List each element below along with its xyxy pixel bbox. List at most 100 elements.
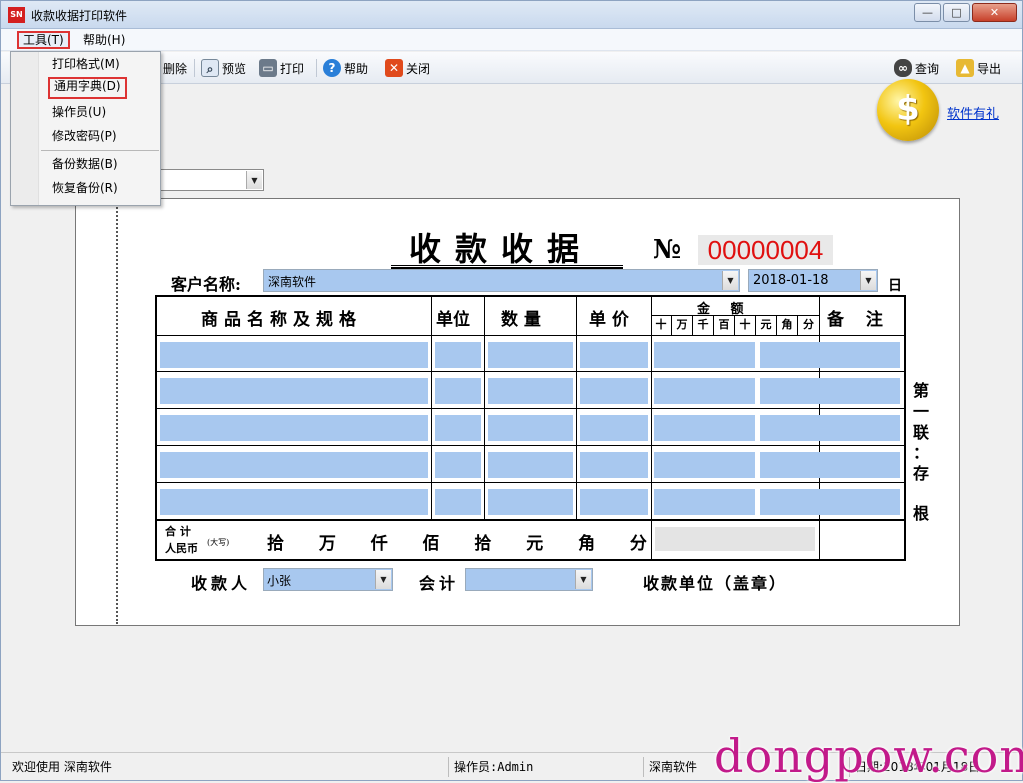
item-qty-field[interactable] xyxy=(488,378,573,404)
total-label: 合 计 xyxy=(165,525,191,538)
row-divider xyxy=(157,482,904,483)
tools-dropdown-menu: 打印格式(M) 通用字典(D) 操作员(U) 修改密码(P) 备份数据(B) 恢… xyxy=(10,51,161,206)
gold-coin-icon[interactable]: $ xyxy=(877,79,939,141)
menu-tools[interactable]: 工具(T) xyxy=(17,31,70,49)
total-unit: 佰 xyxy=(422,534,440,554)
item-name-field[interactable] xyxy=(160,342,428,368)
item-price-field[interactable] xyxy=(580,489,648,515)
payee-select[interactable]: 小张 ▼ xyxy=(263,568,393,591)
item-remark-field[interactable] xyxy=(760,452,900,478)
delete-button[interactable]: 删除 xyxy=(163,57,187,79)
menu-item-dictionary[interactable]: 通用字典(D) xyxy=(48,77,127,99)
digit-label: 十 xyxy=(735,316,756,335)
menu-item-restore[interactable]: 恢复备份(R) xyxy=(52,179,118,197)
header-unit: 单位 xyxy=(436,310,470,330)
accountant-select[interactable]: ▼ xyxy=(465,568,593,591)
query-label: 查询 xyxy=(915,61,940,76)
print-button[interactable]: ▭ 打印 xyxy=(259,57,304,79)
item-qty-field[interactable] xyxy=(488,489,573,515)
item-name-field[interactable] xyxy=(160,378,428,404)
receipt-table: 商品名称及规格 单位 数 量 单 价 金 额 备 注 十 万 千 百 十 元 角… xyxy=(155,295,906,561)
item-amount-field[interactable] xyxy=(654,378,755,404)
total-unit: 角 xyxy=(578,534,596,554)
item-name-field[interactable] xyxy=(160,452,428,478)
total-unit: 元 xyxy=(526,534,544,554)
item-remark-field[interactable] xyxy=(760,489,900,515)
delete-label: 删除 xyxy=(163,61,188,76)
status-operator: 操作员:Admin xyxy=(448,757,642,777)
accountant-label: 会计 xyxy=(419,574,460,593)
item-remark-field[interactable] xyxy=(760,378,900,404)
menu-gutter xyxy=(11,52,39,205)
print-label: 打印 xyxy=(280,61,305,76)
minimize-button[interactable]: — xyxy=(914,3,941,22)
item-price-field[interactable] xyxy=(580,415,648,441)
preview-button[interactable]: ⌕ 预览 xyxy=(201,57,246,79)
header-remark: 备 注 xyxy=(827,310,883,330)
item-price-field[interactable] xyxy=(580,452,648,478)
maximize-button[interactable]: □ xyxy=(943,3,970,22)
window-title: 收款收据打印软件 xyxy=(31,9,128,23)
receipt-number: 00000004 xyxy=(698,235,833,265)
help-button[interactable]: ? 帮助 xyxy=(323,57,368,79)
item-amount-field[interactable] xyxy=(654,415,755,441)
item-qty-field[interactable] xyxy=(488,415,573,441)
item-name-field[interactable] xyxy=(160,415,428,441)
digit-label: 元 xyxy=(756,316,777,335)
row-divider xyxy=(157,335,904,336)
toolbar-separator xyxy=(316,59,317,77)
close-button[interactable]: ✕ 关闭 xyxy=(385,57,430,79)
menu-help[interactable]: 帮助(H) xyxy=(79,31,129,49)
toolbar-separator xyxy=(194,59,195,77)
item-unit-field[interactable] xyxy=(435,378,481,404)
item-amount-field[interactable] xyxy=(654,489,755,515)
item-price-field[interactable] xyxy=(580,378,648,404)
menu-item-change-password[interactable]: 修改密码(P) xyxy=(52,127,117,145)
row-divider xyxy=(157,519,904,521)
payee-value: 小张 xyxy=(267,574,292,588)
item-price-field[interactable] xyxy=(580,342,648,368)
item-qty-field[interactable] xyxy=(488,342,573,368)
chevron-down-icon: ▼ xyxy=(575,570,591,589)
status-welcome: 欢迎使用 深南软件 xyxy=(12,760,112,774)
item-remark-field[interactable] xyxy=(760,342,900,368)
row-divider xyxy=(157,408,904,409)
close-window-button[interactable]: ✕ xyxy=(972,3,1017,22)
app-icon: SN xyxy=(8,7,25,23)
item-name-field[interactable] xyxy=(160,489,428,515)
app-window: SN 收款收据打印软件 — □ ✕ 工具(T) 帮助(H) 删除 ⌕ 预览 ▭ 打印… xyxy=(0,0,1023,783)
date-unit: 日 xyxy=(888,278,902,294)
item-amount-field[interactable] xyxy=(654,342,755,368)
customer-label: 客户名称: xyxy=(171,275,241,294)
magnifier-icon: ⌕ xyxy=(201,59,219,77)
chevron-down-icon: ▼ xyxy=(860,271,876,290)
digit-label: 十 xyxy=(651,316,672,335)
side-label: 存 xyxy=(912,464,929,483)
chevron-down-icon: ▼ xyxy=(246,171,262,189)
close-label: 关闭 xyxy=(406,61,431,76)
receipt-title: 收款收据 xyxy=(409,230,594,268)
item-unit-field[interactable] xyxy=(435,342,481,368)
format-select[interactable]: ▼ xyxy=(151,169,264,191)
watermark: dongpow.com xyxy=(714,729,1023,783)
item-amount-field[interactable] xyxy=(654,452,755,478)
header-amount: 金 额 xyxy=(697,302,752,317)
menu-item-backup[interactable]: 备份数据(B) xyxy=(52,155,118,173)
menu-item-print-format[interactable]: 打印格式(M) xyxy=(52,55,120,73)
query-button[interactable]: ∞ 查询 xyxy=(894,57,939,79)
date-picker[interactable]: 2018-01-18 ▼ xyxy=(748,269,878,292)
total-unit: 仟 xyxy=(370,534,388,554)
export-button[interactable]: ▲ 导出 xyxy=(956,57,1001,79)
item-unit-field[interactable] xyxy=(435,489,481,515)
item-qty-field[interactable] xyxy=(488,452,573,478)
gift-link[interactable]: 软件有礼 xyxy=(947,103,999,122)
customer-select[interactable]: 深南软件 ▼ xyxy=(263,269,740,292)
item-remark-field[interactable] xyxy=(760,415,900,441)
item-unit-field[interactable] xyxy=(435,415,481,441)
item-unit-field[interactable] xyxy=(435,452,481,478)
total-rmb-label: 人民币 xyxy=(165,542,198,555)
header-name: 商品名称及规格 xyxy=(201,310,362,330)
printer-icon: ▭ xyxy=(259,59,277,77)
menu-item-operator[interactable]: 操作员(U) xyxy=(52,103,106,121)
binoculars-icon: ∞ xyxy=(894,59,912,77)
